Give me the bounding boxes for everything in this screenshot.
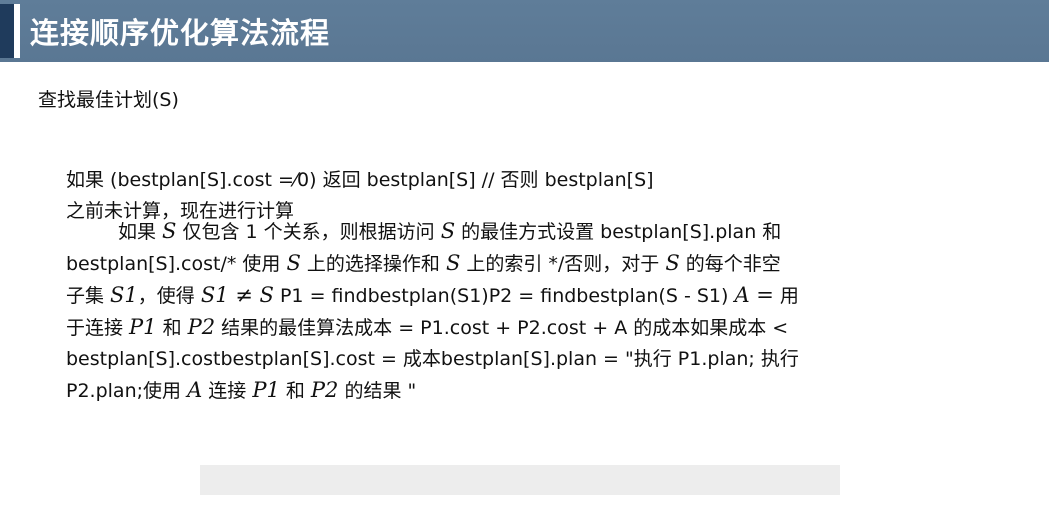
body-line-6: P2.plan;使用 A 连接 P1 和 P2 的结果 " xyxy=(66,375,799,407)
body-line-4: 于连接 P1 和 P2 结果的最佳算法成本 = P1.cost + P2.cos… xyxy=(66,312,799,344)
title-accent xyxy=(0,4,14,58)
body-text: 的结果 " xyxy=(338,380,417,402)
algorithm-body: 如果 S 仅包含 1 个关系，则根据访问 S 的最佳方式设置 bestplan[… xyxy=(66,216,799,407)
math-symbol: S xyxy=(665,251,680,275)
body-text: 连接 xyxy=(202,380,253,402)
body-text: P2.plan;使用 xyxy=(66,380,188,402)
subtitle: 查找最佳计划(S) xyxy=(38,89,179,111)
body-text: 和 xyxy=(279,380,311,402)
title-bar: 连接顺序优化算法流程 xyxy=(0,0,1049,62)
body-text: 的最佳方式设置 bestplan[S].plan 和 xyxy=(455,221,782,243)
math-symbol: S xyxy=(286,251,301,275)
body-text: P1 = findbestplan(S1)P2 = findbestplan(S… xyxy=(273,285,735,307)
body-text: 和 xyxy=(156,317,188,339)
body-text: ，使得 xyxy=(137,285,201,307)
body-text: 结果的最佳算法成本 = P1.cost + P2.cost + A 的成本如果成… xyxy=(215,317,789,339)
math-symbol: P2 xyxy=(187,315,216,339)
body-line-3: 子集 S1，使得 S1 ≠ S P1 = findbestplan(S1)P2 … xyxy=(66,280,799,312)
body-text: 于连接 xyxy=(66,317,130,339)
body-text: 如果 xyxy=(118,221,163,243)
body-text: 仅包含 1 个关系，则根据访问 xyxy=(176,221,441,243)
body-line-5: bestplan[S].costbestplan[S].cost = 成本bes… xyxy=(66,348,799,370)
body-text: 的每个非空 xyxy=(679,253,781,275)
body-line-1: 如果 S 仅包含 1 个关系，则根据访问 S 的最佳方式设置 bestplan[… xyxy=(66,216,799,248)
math-symbol: A = xyxy=(734,283,774,307)
body-text: 用 xyxy=(773,285,799,307)
faint-background-block xyxy=(200,465,840,495)
math-symbol: P2 xyxy=(310,378,339,402)
body-text: 子集 xyxy=(66,285,111,307)
body-text: 上的选择操作和 xyxy=(300,253,446,275)
math-symbol: S xyxy=(162,219,177,243)
math-symbol: S1 ≠ S xyxy=(200,283,274,307)
page-title: 连接顺序优化算法流程 xyxy=(30,16,331,50)
title-stripe xyxy=(14,4,20,58)
paragraph-1-line-1: 如果 (bestplan[S].cost =⁄0) 返回 bestplan[S]… xyxy=(66,169,654,191)
math-symbol: P1 xyxy=(129,315,157,339)
body-text: 上的索引 */否则，对于 xyxy=(460,253,666,275)
math-symbol: S1 xyxy=(110,283,138,307)
math-symbol: P1 xyxy=(252,378,280,402)
math-symbol: S xyxy=(445,251,461,275)
math-symbol: S xyxy=(440,219,456,243)
body-text: bestplan[S].cost/* 使用 xyxy=(66,253,287,275)
math-symbol: A xyxy=(187,378,203,402)
body-line-2: bestplan[S].cost/* 使用 S 上的选择操作和 S 上的索引 *… xyxy=(66,248,799,280)
